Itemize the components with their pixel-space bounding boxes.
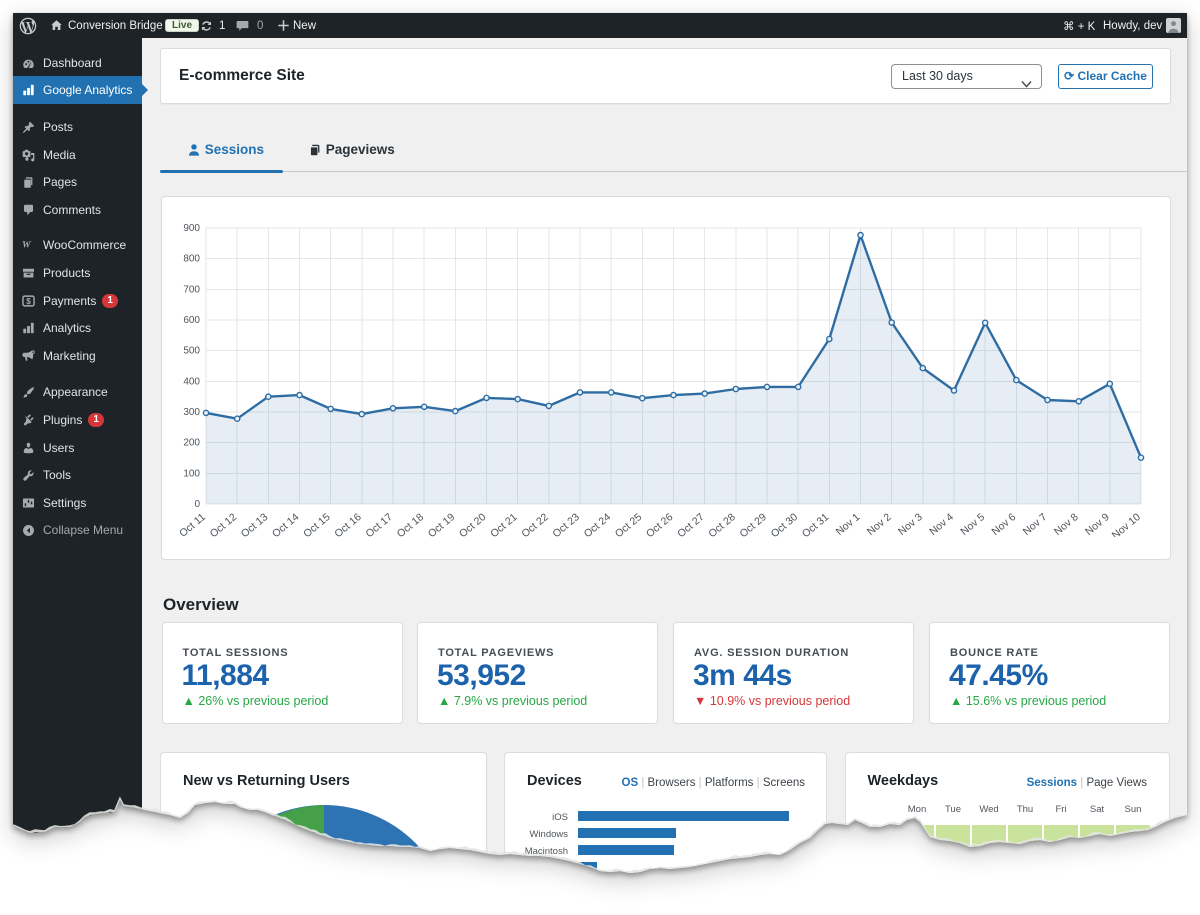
- svg-text:Nov 7: Nov 7: [1021, 511, 1050, 537]
- svg-text:Oct 28: Oct 28: [706, 511, 738, 537]
- svg-text:100: 100: [183, 468, 200, 479]
- svg-text:Oct 27: Oct 27: [675, 511, 707, 537]
- svg-text:Oct 19: Oct 19: [426, 511, 458, 537]
- svg-text:Nov 9: Nov 9: [1083, 511, 1112, 537]
- svg-text:300: 300: [183, 407, 200, 418]
- svg-text:0: 0: [194, 499, 200, 510]
- svg-text:Oct 16: Oct 16: [332, 511, 364, 537]
- svg-text:Oct 25: Oct 25: [613, 511, 645, 537]
- svg-text:Oct 29: Oct 29: [738, 511, 770, 537]
- svg-text:Oct 21: Oct 21: [488, 511, 520, 537]
- svg-text:700: 700: [183, 284, 200, 295]
- svg-text:Oct 18: Oct 18: [395, 511, 427, 537]
- svg-text:Oct 20: Oct 20: [457, 511, 489, 537]
- svg-text:Oct 30: Oct 30: [769, 511, 801, 537]
- svg-text:Oct 12: Oct 12: [208, 511, 240, 537]
- svg-text:900: 900: [183, 223, 200, 234]
- svg-text:Nov 10: Nov 10: [1110, 511, 1143, 537]
- svg-text:W: W: [22, 239, 32, 250]
- svg-text:600: 600: [183, 315, 200, 326]
- svg-text:Oct 11: Oct 11: [177, 511, 208, 537]
- svg-text:Nov 6: Nov 6: [989, 511, 1018, 537]
- svg-text:Nov 5: Nov 5: [958, 511, 987, 537]
- svg-text:Oct 13: Oct 13: [239, 511, 271, 537]
- svg-text:Oct 23: Oct 23: [551, 511, 583, 537]
- svg-text:200: 200: [183, 438, 200, 449]
- svg-text:Oct 24: Oct 24: [582, 511, 614, 537]
- svg-text:Nov 8: Nov 8: [1052, 511, 1081, 537]
- svg-text:500: 500: [183, 346, 200, 357]
- svg-text:Nov 4: Nov 4: [927, 511, 956, 537]
- svg-text:Oct 14: Oct 14: [270, 511, 302, 537]
- svg-text:Oct 22: Oct 22: [519, 511, 551, 537]
- svg-text:Oct 31: Oct 31: [800, 511, 832, 537]
- svg-text:Nov 3: Nov 3: [896, 511, 925, 537]
- svg-text:Oct 26: Oct 26: [644, 511, 676, 537]
- svg-text:Oct 15: Oct 15: [301, 511, 333, 537]
- svg-text:800: 800: [183, 254, 200, 265]
- svg-text:Nov 1: Nov 1: [834, 511, 863, 537]
- svg-text:Oct 17: Oct 17: [364, 511, 396, 537]
- svg-text:$: $: [26, 296, 31, 305]
- svg-text:Nov 2: Nov 2: [865, 511, 894, 537]
- svg-text:400: 400: [183, 376, 200, 387]
